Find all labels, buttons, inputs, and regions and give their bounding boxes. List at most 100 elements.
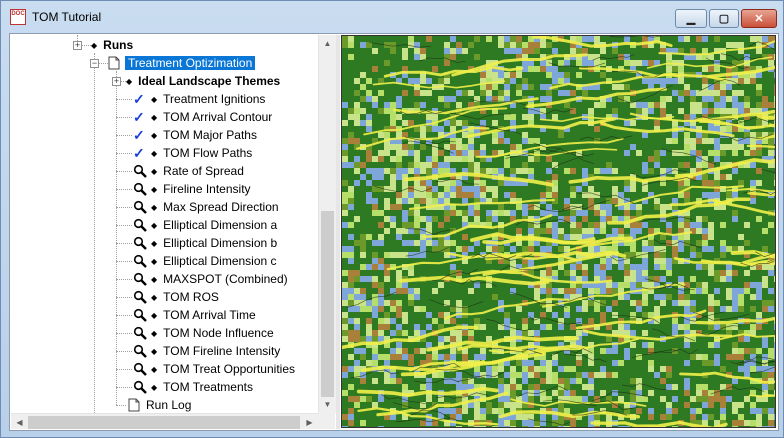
layer-item-label: Max Spread Direction xyxy=(163,200,279,214)
landscape-map-view[interactable] xyxy=(340,35,784,432)
magnifier-icon[interactable] xyxy=(133,182,147,196)
scrollbar-corner xyxy=(318,413,335,429)
magnifier-icon[interactable] xyxy=(133,290,147,304)
layer-item[interactable]: ✓ ◆ TOM Flow Paths xyxy=(133,144,252,162)
diamond-bullet-icon: ◆ xyxy=(91,40,98,50)
magnifier-icon[interactable] xyxy=(133,254,147,268)
group-label: Ideal Landscape Themes xyxy=(138,74,281,88)
selected-item-label: Treatment Optizimation xyxy=(125,56,256,70)
diamond-bullet-icon: ◆ xyxy=(151,184,158,194)
tree-item-runs[interactable]: ◆ Runs xyxy=(91,36,133,54)
layer-tree-pane: + ◆ Runs − Treatment Optizimation + ◆ Id… xyxy=(11,35,336,429)
diamond-bullet-icon: ◆ xyxy=(151,202,158,212)
diamond-bullet-icon: ◆ xyxy=(126,76,133,86)
tree-guide-line xyxy=(116,297,132,298)
layer-item[interactable]: ◆ TOM Treatments xyxy=(133,378,253,396)
layer-item[interactable]: ◆ MAXSPOT (Combined) xyxy=(133,270,288,288)
close-button[interactable]: ✕ xyxy=(741,9,777,28)
tree-guide-line xyxy=(116,387,132,388)
magnifier-icon[interactable] xyxy=(133,164,147,178)
diamond-bullet-icon: ◆ xyxy=(151,220,158,230)
vertical-scrollbar[interactable]: ▲ ▼ xyxy=(318,35,336,413)
layer-item-label: TOM Major Paths xyxy=(163,128,257,142)
layer-item[interactable]: ◆ TOM Fireline Intensity xyxy=(133,342,280,360)
tree-guide-line xyxy=(116,261,132,262)
checkmark-icon[interactable]: ✓ xyxy=(133,145,147,162)
app-doc-icon[interactable]: DOC xyxy=(10,9,26,25)
layer-item[interactable]: ◆ Elliptical Dimension a xyxy=(133,216,277,234)
layer-item[interactable]: ◆ Fireline Intensity xyxy=(133,180,251,198)
magnifier-icon[interactable] xyxy=(133,344,147,358)
diamond-bullet-icon: ◆ xyxy=(151,328,158,338)
tree-item-runs-label: Runs xyxy=(103,38,134,52)
layer-item[interactable]: ◆ Rate of Spread xyxy=(133,162,244,180)
scroll-right-icon[interactable]: ▶ xyxy=(301,414,318,429)
layer-item-label: TOM Node Influence xyxy=(163,326,274,340)
layer-item-label: TOM Arrival Contour xyxy=(163,110,273,124)
magnifier-icon[interactable] xyxy=(133,236,147,250)
diamond-bullet-icon: ◆ xyxy=(151,94,158,104)
layer-item-label: Fireline Intensity xyxy=(163,182,251,196)
tree-guide-line xyxy=(116,315,132,316)
document-icon xyxy=(128,398,140,412)
layer-item[interactable]: ◆ TOM Node Influence xyxy=(133,324,274,342)
magnifier-icon[interactable] xyxy=(133,326,147,340)
magnifier-icon[interactable] xyxy=(133,380,147,394)
client-area: + ◆ Runs − Treatment Optizimation + ◆ Id… xyxy=(9,33,784,432)
layer-item-label: Elliptical Dimension b xyxy=(163,236,278,250)
magnifier-icon[interactable] xyxy=(133,200,147,214)
tree-guide-line xyxy=(116,333,132,334)
layer-item[interactable]: ◆ TOM Arrival Time xyxy=(133,306,256,324)
minimize-button[interactable]: ▁ xyxy=(675,9,707,28)
horizontal-scroll-thumb[interactable] xyxy=(28,416,300,429)
scroll-left-icon[interactable]: ◀ xyxy=(11,414,28,429)
pane-splitter[interactable] xyxy=(336,35,340,429)
layer-item[interactable]: ◆ TOM ROS xyxy=(133,288,219,306)
checkmark-icon[interactable]: ✓ xyxy=(133,109,147,126)
layer-item[interactable]: ✓ ◆ Treatment Ignitions xyxy=(133,90,265,108)
diamond-bullet-icon: ◆ xyxy=(151,292,158,302)
layer-item[interactable]: ✓ ◆ TOM Major Paths xyxy=(133,126,257,144)
tree-guide-line xyxy=(116,369,132,370)
diamond-bullet-icon: ◆ xyxy=(151,274,158,284)
vertical-scroll-thumb[interactable] xyxy=(321,211,334,397)
tree-guide-line xyxy=(116,99,132,100)
landscape-map-canvas[interactable] xyxy=(340,35,784,432)
diamond-bullet-icon: ◆ xyxy=(151,148,158,158)
tree-item-treatment-optimization[interactable]: Treatment Optizimation xyxy=(108,54,256,72)
expander-plus-icon[interactable]: + xyxy=(73,41,82,50)
magnifier-icon[interactable] xyxy=(133,362,147,376)
magnifier-icon[interactable] xyxy=(133,218,147,232)
tree-item-run-log[interactable]: Run Log xyxy=(128,396,191,413)
scroll-down-icon[interactable]: ▼ xyxy=(319,396,336,413)
diamond-bullet-icon: ◆ xyxy=(151,310,158,320)
expander-minus-icon[interactable]: − xyxy=(90,59,99,68)
tree-guide-line xyxy=(116,171,132,172)
close-icon: ✕ xyxy=(754,13,764,25)
layer-item-label: Treatment Ignitions xyxy=(163,92,266,106)
layer-item-label: TOM Fireline Intensity xyxy=(163,344,281,358)
horizontal-scrollbar[interactable]: ◀ ▶ xyxy=(11,413,318,429)
layer-item[interactable]: ◆ Elliptical Dimension c xyxy=(133,252,277,270)
layer-item-label: Elliptical Dimension c xyxy=(163,254,277,268)
magnifier-icon[interactable] xyxy=(133,272,147,286)
layer-item[interactable]: ✓ ◆ TOM Arrival Contour xyxy=(133,108,272,126)
layer-item[interactable]: ◆ Elliptical Dimension b xyxy=(133,234,277,252)
layer-item-label: MAXSPOT (Combined) xyxy=(163,272,288,286)
tree-guide-line xyxy=(116,279,132,280)
title-bar[interactable]: DOC TOM Tutorial ▁ ▢ ✕ xyxy=(1,1,783,33)
layer-item-label: TOM Treatments xyxy=(163,380,253,394)
expander-plus-icon[interactable]: + xyxy=(112,77,121,86)
checkmark-icon[interactable]: ✓ xyxy=(133,127,147,144)
run-log-label: Run Log xyxy=(146,398,192,412)
magnifier-icon[interactable] xyxy=(133,308,147,322)
tree-guide-line xyxy=(116,351,132,352)
maximize-button[interactable]: ▢ xyxy=(709,9,739,28)
layer-item[interactable]: ◆ TOM Treat Opportunities xyxy=(133,360,295,378)
tree-item-ideal-landscape-themes[interactable]: ◆ Ideal Landscape Themes xyxy=(126,72,280,90)
scroll-up-icon[interactable]: ▲ xyxy=(319,35,336,52)
layer-item[interactable]: ◆ Max Spread Direction xyxy=(133,198,279,216)
checkmark-icon[interactable]: ✓ xyxy=(133,91,147,108)
layer-item-label: TOM Treat Opportunities xyxy=(163,362,295,376)
window-title: TOM Tutorial xyxy=(32,10,102,24)
